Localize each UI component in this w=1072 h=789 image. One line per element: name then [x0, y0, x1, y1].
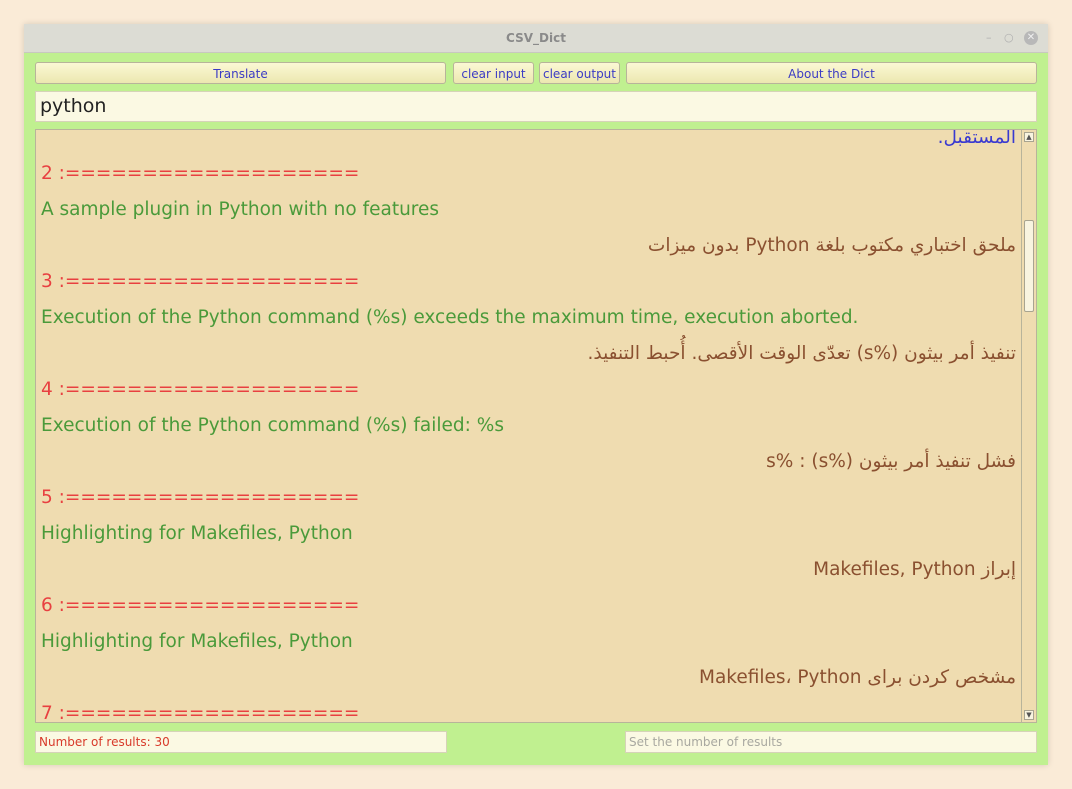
source-line: A sample plugin in Python with no featur…: [41, 199, 440, 220]
title-bar[interactable]: CSV_Dict – ○ ✕: [24, 24, 1048, 53]
maximize-icon[interactable]: ○: [1004, 31, 1014, 44]
app-window: CSV_Dict – ○ ✕ Translate clear input cle…: [24, 24, 1048, 765]
result-separator: 7 :===================: [41, 703, 360, 723]
window-title: CSV_Dict: [506, 31, 566, 45]
result-separator: 2 :===================: [41, 163, 360, 184]
result-separator: 5 :===================: [41, 487, 360, 508]
source-line: Highlighting for Makefiles, Python: [41, 523, 353, 544]
vertical-scrollbar[interactable]: ▲ ▼: [1022, 129, 1037, 723]
set-results-input[interactable]: Set the number of results: [625, 731, 1037, 753]
result-separator: 4 :===================: [41, 379, 360, 400]
translation-line: المستقبل.: [937, 129, 1016, 148]
translation-line: تنفيذ أمر بيثون (%s) تعدّى الوقت الأقصى.…: [587, 343, 1017, 364]
translation-line: ملحق اختباري مكتوب بلغة Python بدون ميزا…: [647, 235, 1016, 256]
translate-button[interactable]: Translate: [35, 62, 446, 84]
about-button[interactable]: About the Dict: [626, 62, 1037, 84]
results-count-field[interactable]: Number of results: 30: [35, 731, 447, 753]
search-input[interactable]: python: [35, 91, 1037, 122]
clear-output-button[interactable]: clear output: [539, 62, 620, 84]
source-line: Execution of the Python command (%s) fai…: [41, 415, 504, 436]
result-separator: 6 :===================: [41, 595, 360, 616]
scroll-down-arrow-icon[interactable]: ▼: [1024, 710, 1034, 720]
translation-line: فشل تنفيذ أمر بيثون (%s) : %s: [766, 451, 1016, 472]
close-icon[interactable]: ✕: [1024, 31, 1038, 45]
source-line: Highlighting for Makefiles, Python: [41, 631, 353, 652]
source-line: Execution of the Python command (%s) exc…: [41, 307, 859, 328]
scroll-up-arrow-icon[interactable]: ▲: [1024, 132, 1034, 142]
output-content: المستقبل. 2 :=================== A sample …: [36, 129, 1021, 723]
result-separator: 3 :===================: [41, 271, 360, 292]
translation-line: مشخص کردن برای Makefiles، Python: [698, 667, 1016, 688]
clear-input-button[interactable]: clear input: [453, 62, 534, 84]
translation-line: إبراز Makefiles, Python: [813, 559, 1016, 580]
minimize-icon[interactable]: –: [986, 31, 992, 44]
output-area[interactable]: المستقبل. 2 :=================== A sample …: [35, 129, 1022, 723]
scroll-thumb[interactable]: [1024, 220, 1034, 312]
